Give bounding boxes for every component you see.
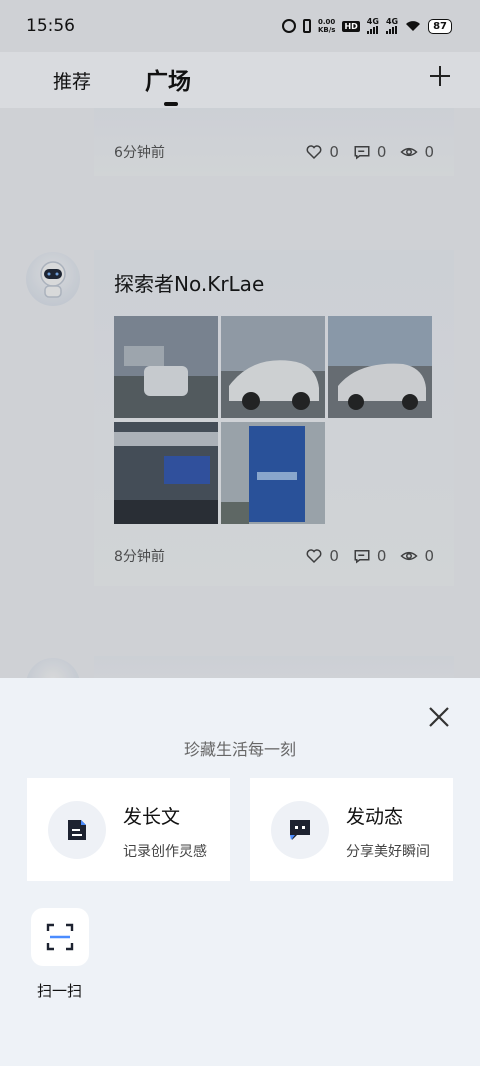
sheet-title: 珍藏生活每一刻	[183, 740, 296, 759]
moment-icon	[290, 820, 310, 840]
article-icon	[68, 820, 86, 840]
create-post-sheet: 珍藏生活每一刻 发长文 记录创作灵感 发动态 分享美好瞬间 扫一扫	[0, 678, 480, 1066]
post-article-button[interactable]: 发长文 记录创作灵感	[27, 778, 230, 881]
vibrate-icon	[302, 19, 311, 33]
scan-icon	[46, 923, 74, 951]
hd-badge: HD	[342, 20, 360, 32]
scan-label: 扫一扫	[37, 982, 83, 1000]
post-moment-button[interactable]: 发动态 分享美好瞬间	[250, 778, 453, 881]
status-icons: 0.00 KB/s HD 4G 4G 87	[281, 17, 452, 34]
battery-indicator: 87	[428, 18, 452, 34]
network-speed-unit: KB/s	[317, 26, 336, 34]
network-speed-value: 0.00	[317, 18, 336, 26]
signal-bars-icon	[366, 26, 378, 34]
status-bar: 15:56 0.00 KB/s HD 4G 4G 87	[0, 0, 480, 52]
network-type-2: 4G	[385, 17, 399, 26]
tab-square[interactable]: 广场	[145, 62, 191, 96]
option-subtitle: 分享美好瞬间	[346, 844, 430, 860]
moment-icon-wrap	[271, 801, 329, 859]
wifi-icon	[406, 21, 421, 31]
option-title: 发动态	[346, 806, 404, 828]
option-subtitle: 记录创作灵感	[123, 844, 207, 860]
signal-sim2: 4G	[385, 17, 399, 34]
plus-icon[interactable]	[428, 64, 452, 88]
signal-bars-icon	[385, 26, 397, 34]
status-time: 15:56	[26, 16, 75, 36]
network-type-1: 4G	[366, 17, 379, 26]
signal-sim1: 4G	[366, 17, 379, 34]
active-tab-indicator	[164, 102, 178, 106]
scan-button[interactable]	[31, 908, 89, 966]
network-speed: 0.00 KB/s	[318, 18, 335, 34]
article-icon-wrap	[48, 801, 106, 859]
close-icon[interactable]	[428, 706, 450, 728]
tab-recommend[interactable]: 推荐	[53, 67, 91, 94]
top-nav: 推荐 广场	[0, 52, 480, 108]
option-title: 发长文	[123, 806, 181, 828]
alarm-icon	[281, 19, 296, 33]
